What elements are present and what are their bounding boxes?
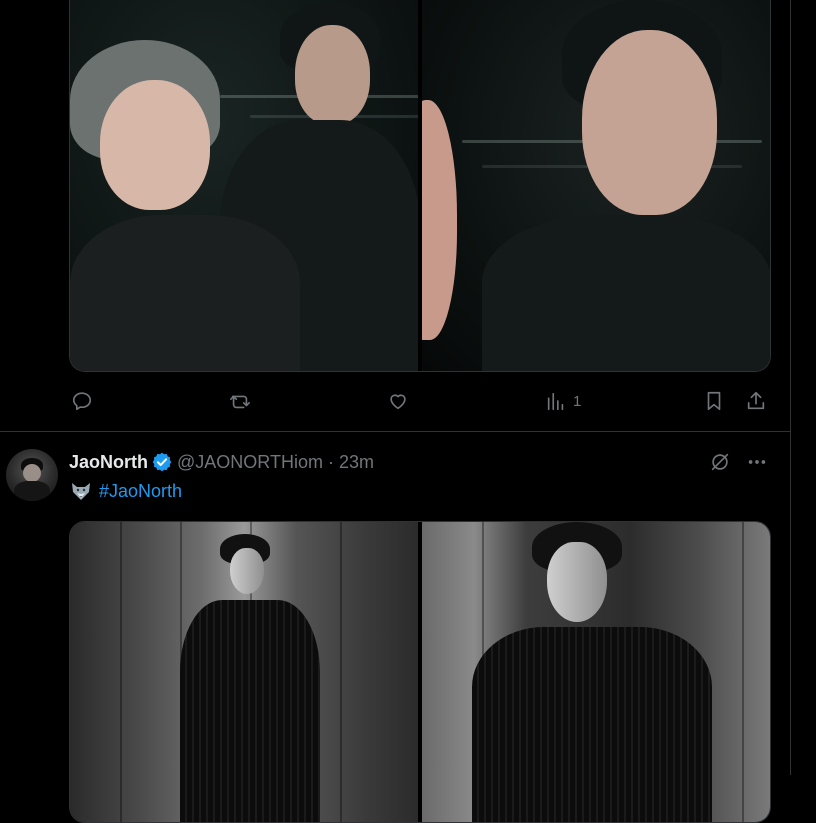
avatar-face [23, 464, 41, 482]
column-border [790, 0, 791, 775]
post-divider [0, 431, 790, 432]
grok-button[interactable] [707, 449, 733, 475]
grok-icon [711, 453, 729, 471]
post1-photo-2[interactable] [422, 0, 770, 371]
more-dots-icon [748, 460, 766, 464]
photo-shirt [482, 215, 770, 371]
timeline: 1 JaoNorth @JAONORTHiom · 23m #JaoNorth [0, 0, 790, 823]
photo-face [547, 542, 607, 622]
avatar[interactable] [6, 449, 58, 501]
post1-media-grid [69, 0, 771, 372]
post-timestamp[interactable]: 23m [339, 452, 374, 473]
views-chart-icon [547, 392, 564, 411]
photo-face [582, 30, 717, 215]
post2-photo-2[interactable] [422, 522, 770, 822]
photo-face [100, 80, 210, 210]
wood-plank-line [120, 522, 122, 822]
reply-icon [72, 392, 92, 411]
share-icon [747, 391, 765, 410]
wood-plank-line [340, 522, 342, 822]
hashtag-link[interactable]: #JaoNorth [99, 481, 182, 502]
wood-plank-line [742, 522, 744, 822]
views-button[interactable]: 1 [545, 386, 581, 416]
post2-text: #JaoNorth [69, 478, 182, 504]
more-options-button[interactable] [744, 449, 770, 475]
photo-suit [180, 600, 320, 822]
heart-icon [390, 394, 406, 410]
author-handle[interactable]: @JAONORTHiom [177, 452, 323, 473]
post2-header: JaoNorth @JAONORTHiom · 23m [69, 449, 374, 475]
photo-shirt [70, 215, 300, 371]
repost-icon [230, 395, 250, 409]
author-name[interactable]: JaoNorth [69, 452, 148, 473]
wolf-emoji-icon [72, 483, 90, 500]
views-count: 1 [573, 392, 582, 410]
photo-face-partial [422, 100, 457, 340]
post1-action-bar: 1 [69, 386, 769, 416]
post2-photo-1[interactable] [70, 522, 418, 822]
bookmark-button[interactable] [703, 386, 725, 416]
verified-badge-icon [152, 452, 172, 472]
photo-face [295, 25, 370, 125]
separator-dot: · [327, 451, 334, 472]
share-button[interactable] [745, 386, 767, 416]
bookmark-icon [707, 391, 721, 411]
repost-button[interactable] [229, 386, 251, 416]
post2-media-grid [69, 521, 771, 823]
reply-button[interactable] [71, 386, 93, 416]
photo-suit [472, 627, 712, 822]
avatar-body [14, 481, 50, 501]
like-button[interactable] [387, 386, 409, 416]
post1-photo-1[interactable] [70, 0, 418, 371]
photo-face [230, 548, 264, 594]
